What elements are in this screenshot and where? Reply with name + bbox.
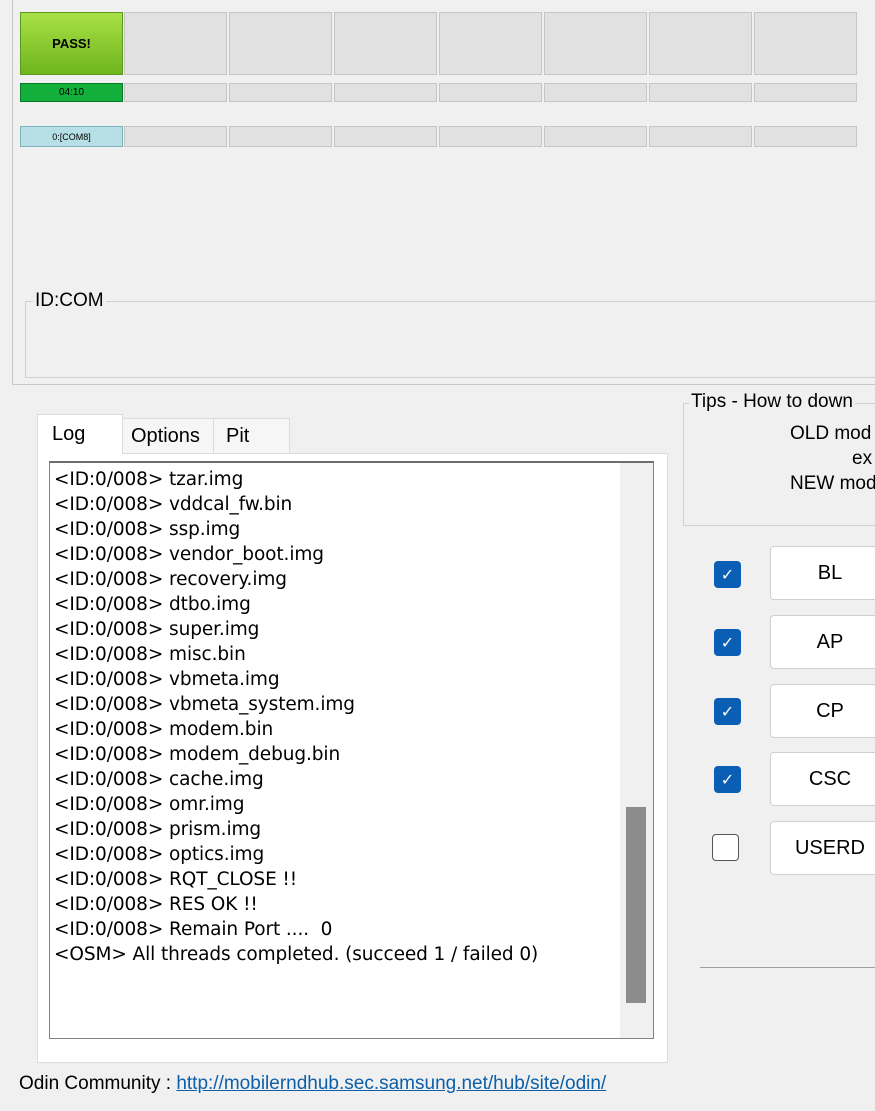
device-slot-timer: [124, 83, 227, 102]
device-slot-port: [649, 126, 752, 147]
tips-title: Tips - How to down: [689, 391, 855, 413]
log-line: <ID:0/008> omr.img: [54, 794, 245, 815]
log-line: <ID:0/008> misc.bin: [54, 644, 246, 665]
log-line: <ID:0/008> recovery.img: [54, 569, 287, 590]
userdata-button[interactable]: USERD: [770, 821, 875, 875]
device-slot-timer: 04:10: [20, 83, 123, 102]
log-scrollbar[interactable]: [620, 463, 653, 1038]
log-line: <ID:0/008> prism.img: [54, 819, 262, 840]
log-line: <ID:0/008> vbmeta_system.img: [54, 694, 355, 715]
device-slot-status: [544, 12, 647, 75]
tips-line-3: NEW mod: [790, 473, 875, 494]
idcom-label: ID:COM: [33, 290, 106, 312]
device-slot-port: [544, 126, 647, 147]
device-slot-status: PASS!: [20, 12, 123, 75]
log-line: <ID:0/008> cache.img: [54, 769, 264, 790]
device-slot-port: 0:[COM8]: [20, 126, 123, 147]
device-slot-status: [649, 12, 752, 75]
ap-checkbox[interactable]: ✓: [714, 629, 741, 656]
device-slot-timer: [229, 83, 332, 102]
tab-pit[interactable]: Pit: [213, 418, 290, 454]
device-slot-timer: [754, 83, 857, 102]
log-lines: <ID:0/008> tzar.img <ID:0/008> vddcal_fw.…: [54, 467, 538, 967]
checkmark-icon: ✓: [720, 634, 735, 652]
checkmark-icon: ✓: [720, 566, 735, 584]
tips-group: [683, 403, 875, 526]
log-line: <ID:0/008> vendor_boot.img: [54, 544, 324, 565]
device-slot-port: [124, 126, 227, 147]
log-line: <ID:0/008> ssp.img: [54, 519, 241, 540]
tips-line-2: ex: [852, 448, 873, 469]
device-slot-status: [439, 12, 542, 75]
device-slot-timer: [334, 83, 437, 102]
cp-checkbox[interactable]: ✓: [714, 698, 741, 725]
log-textbox[interactable]: <ID:0/008> tzar.img <ID:0/008> vddcal_fw.…: [49, 461, 654, 1039]
cp-button[interactable]: CP: [770, 684, 875, 738]
device-slot-timer: [544, 83, 647, 102]
bl-checkbox[interactable]: ✓: [714, 561, 741, 588]
device-slot-status: [754, 12, 857, 75]
footer: Odin Community : http://mobilerndhub.sec…: [19, 1073, 606, 1095]
device-slot-port: [334, 126, 437, 147]
csc-checkbox[interactable]: ✓: [714, 766, 741, 793]
log-line: <ID:0/008> modem_debug.bin: [54, 744, 341, 765]
log-line: <ID:0/008> modem.bin: [54, 719, 274, 740]
device-slot-port: [439, 126, 542, 147]
log-line: <ID:0/008> dtbo.img: [54, 594, 251, 615]
checkmark-icon: ✓: [720, 771, 735, 789]
device-slot-port: [229, 126, 332, 147]
log-line: <ID:0/008> super.img: [54, 619, 260, 640]
log-line: <OSM> All threads completed. (succeed 1 …: [54, 944, 539, 965]
idcom-group: [25, 301, 875, 378]
footer-label: Odin Community :: [19, 1073, 177, 1094]
log-line: <ID:0/008> RQT_CLOSE !!: [54, 869, 298, 890]
device-slot-status: [124, 12, 227, 75]
device-slot-timer: [439, 83, 542, 102]
csc-button[interactable]: CSC: [770, 752, 875, 806]
log-scrollbar-thumb[interactable]: [626, 807, 646, 1003]
device-slot-status: [334, 12, 437, 75]
log-line: <ID:0/008> vddcal_fw.bin: [54, 494, 293, 515]
device-slot-timer: [649, 83, 752, 102]
log-line: <ID:0/008> vbmeta.img: [54, 669, 280, 690]
device-slot-port: [754, 126, 857, 147]
userdata-checkbox[interactable]: [712, 834, 739, 861]
checkmark-icon: ✓: [720, 703, 735, 721]
log-line: <ID:0/008> tzar.img: [54, 469, 244, 490]
separator: [700, 967, 875, 968]
log-line: <ID:0/008> RES OK !!: [54, 894, 258, 915]
tips-line-1: OLD mod: [790, 423, 872, 444]
ap-button[interactable]: AP: [770, 615, 875, 669]
bl-button[interactable]: BL: [770, 546, 875, 600]
odin-community-link[interactable]: http://mobilerndhub.sec.samsung.net/hub/…: [176, 1073, 606, 1094]
tab-log[interactable]: Log: [37, 414, 123, 454]
tab-options[interactable]: Options: [120, 418, 216, 454]
log-line: <ID:0/008> Remain Port .... 0: [54, 919, 333, 940]
device-slot-status: [229, 12, 332, 75]
log-line: <ID:0/008> optics.img: [54, 844, 265, 865]
